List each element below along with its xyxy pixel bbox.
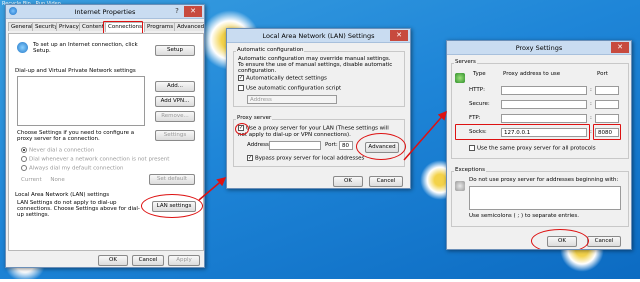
radio-indicator — [21, 165, 27, 171]
bypass-local-checkbox[interactable]: ✓ Bypass proxy server for local addresses — [247, 155, 364, 162]
auto-config-text: Automatic configuration may override man… — [238, 56, 393, 74]
remove-button[interactable]: Remove... — [155, 111, 195, 122]
group-title: Exceptions — [454, 167, 486, 173]
radio-indicator — [21, 156, 27, 162]
window-title: Proxy Settings — [515, 44, 563, 52]
tab-programs[interactable]: Programs — [144, 22, 177, 31]
settings-text: Choose Settings if you need to configure… — [17, 130, 135, 142]
group-title: Proxy server — [236, 115, 273, 121]
ok-highlight — [531, 229, 589, 249]
type-http: HTTP: — [469, 87, 485, 93]
col-address: Proxy address to use — [503, 71, 561, 77]
exceptions-icon — [455, 181, 465, 191]
settings-button[interactable]: Settings — [155, 130, 195, 141]
proxy-address-field[interactable] — [269, 141, 321, 150]
http-port-field[interactable] — [595, 86, 619, 95]
ftp-address-field[interactable] — [501, 114, 587, 123]
secure-port-field[interactable] — [595, 100, 619, 109]
setup-text: To set up an Internet connection, click … — [33, 42, 138, 54]
add-vpn-button[interactable]: Add VPN... — [155, 96, 195, 107]
apply-button[interactable]: Apply — [168, 255, 200, 266]
checkbox-indicator: ✓ — [238, 75, 244, 81]
type-ftp: FTP: — [469, 115, 481, 121]
semicolons-hint: Use semicolons ( ; ) to separate entries… — [469, 213, 580, 219]
proxy-settings-window: Proxy Settings ✕ Servers Type Proxy addr… — [446, 40, 632, 250]
close-button[interactable]: ✕ — [184, 6, 202, 17]
ftp-port-field[interactable] — [595, 114, 619, 123]
close-button[interactable]: ✕ — [611, 42, 629, 53]
radio-dial-when-needed[interactable]: Dial whenever a network connection is no… — [21, 156, 169, 163]
title-bar: Proxy Settings ✕ — [447, 41, 631, 55]
cancel-button[interactable]: Cancel — [587, 236, 621, 247]
radio-indicator — [21, 147, 27, 153]
exceptions-textarea[interactable] — [469, 186, 621, 210]
tab-advanced[interactable]: Advanced — [174, 22, 204, 31]
lan-settings-window: Local Area Network (LAN) Settings ✕ Auto… — [226, 28, 411, 189]
set-default-button[interactable]: Set default — [149, 174, 195, 185]
group-title: Automatic configuration — [236, 47, 305, 53]
ok-button[interactable]: OK — [98, 255, 128, 266]
lan-heading: Local Area Network (LAN) settings — [15, 192, 110, 198]
setup-button[interactable]: Setup — [155, 45, 195, 56]
lan-settings-highlight — [141, 194, 203, 218]
cancel-button[interactable]: Cancel — [132, 255, 164, 266]
separator: : — [590, 101, 592, 107]
cancel-button[interactable]: Cancel — [369, 176, 403, 187]
script-address-field[interactable]: Address — [247, 95, 337, 104]
checkbox-indicator: ✓ — [247, 155, 253, 161]
close-button[interactable]: ✕ — [390, 30, 408, 41]
exceptions-text: Do not use proxy server for addresses be… — [469, 177, 619, 183]
radio-never-dial[interactable]: Never dial a connection — [21, 147, 94, 154]
dialup-heading: Dial-up and Virtual Private Network sett… — [15, 68, 136, 74]
col-port: Port — [597, 71, 608, 77]
use-script-checkbox[interactable]: Use automatic configuration script — [238, 85, 341, 92]
col-type: Type — [473, 71, 486, 77]
internet-properties-window: Internet Properties ? ✕ General Security… — [5, 4, 205, 268]
same-proxy-checkbox[interactable]: Use the same proxy server for all protoc… — [469, 145, 596, 152]
socks-port-highlight — [593, 124, 621, 140]
proxy-address-label: Address: — [247, 142, 271, 148]
http-address-field[interactable] — [501, 86, 587, 95]
separator: : — [590, 87, 592, 93]
separator: : — [590, 115, 592, 121]
window-title: Local Area Network (LAN) Settings — [262, 32, 375, 40]
auto-detect-checkbox[interactable]: ✓ Automatically detect settings — [238, 75, 327, 82]
group-title: Servers — [454, 59, 477, 65]
type-secure: Secure: — [469, 101, 490, 107]
current-connection: Current None — [21, 177, 65, 183]
title-bar: Internet Properties ? ✕ — [6, 5, 204, 19]
radio-always-dial[interactable]: Always dial my default connection — [21, 165, 123, 172]
ok-button[interactable]: OK — [333, 176, 363, 187]
port-label: Port: — [325, 142, 338, 148]
add-button[interactable]: Add... — [155, 81, 195, 92]
separator: : — [590, 129, 592, 135]
tab-panel: To set up an Internet connection, click … — [8, 33, 204, 251]
help-button[interactable]: ? — [172, 6, 182, 17]
checkbox-indicator — [238, 85, 244, 91]
socks-address-highlight — [455, 124, 590, 140]
connections-list[interactable] — [17, 76, 145, 126]
secure-address-field[interactable] — [501, 100, 587, 109]
servers-icon — [455, 73, 465, 83]
use-proxy-highlight — [235, 123, 249, 135]
proxy-port-field[interactable]: 80 — [339, 141, 353, 150]
globe-icon — [17, 42, 28, 53]
checkbox-indicator — [469, 145, 475, 151]
lan-text: LAN Settings do not apply to dial-up con… — [17, 200, 140, 218]
title-bar: Local Area Network (LAN) Settings ✕ — [227, 29, 410, 43]
